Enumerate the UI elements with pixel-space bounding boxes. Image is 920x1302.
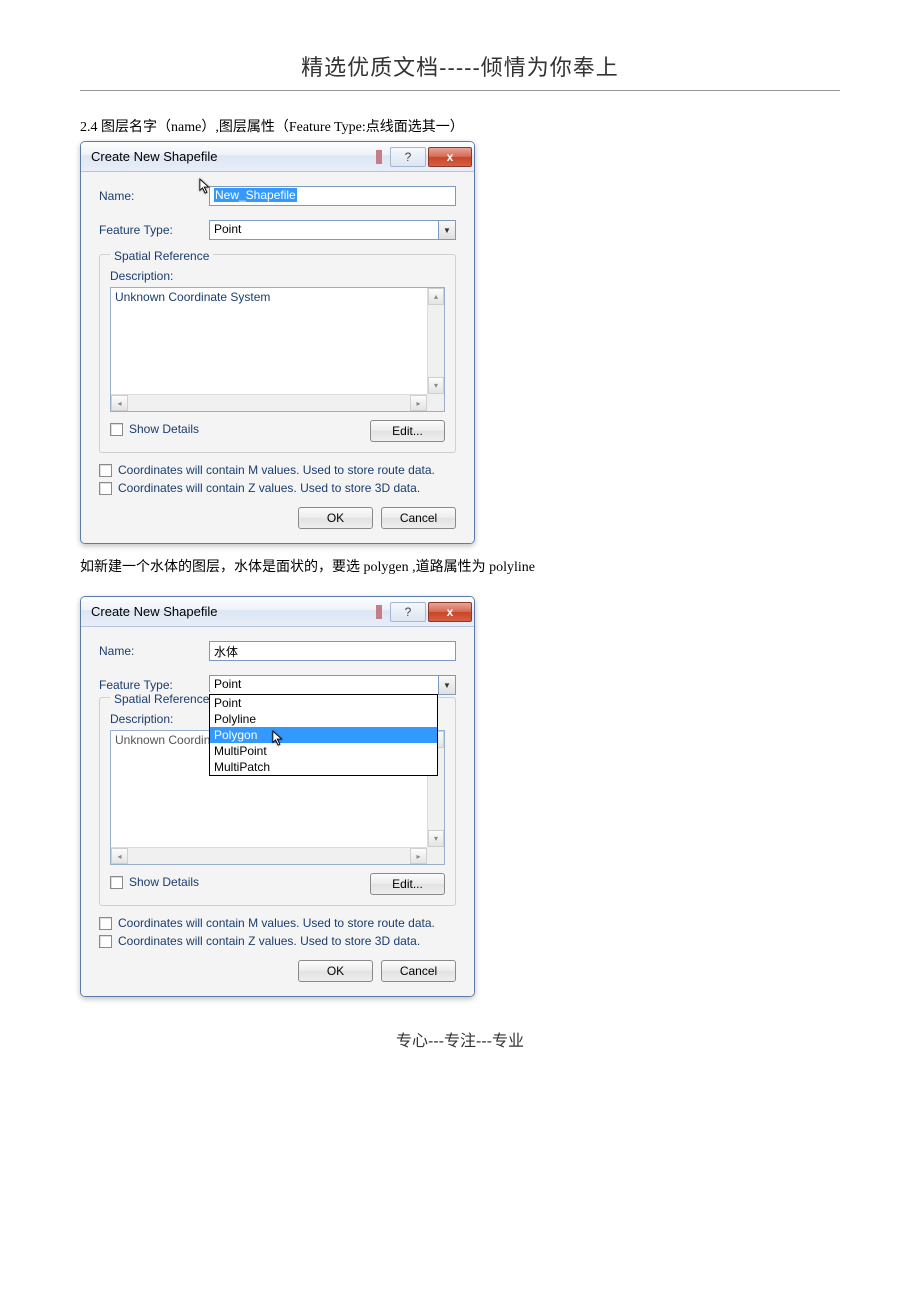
- titlebar[interactable]: Create New Shapefile ? x: [81, 142, 474, 172]
- description-label: Description:: [110, 269, 445, 283]
- horizontal-scrollbar[interactable]: ◂ ▸: [111, 847, 427, 864]
- checkbox-icon[interactable]: [110, 423, 123, 436]
- spatial-reference-label: Spatial Reference: [110, 249, 213, 263]
- scroll-right-icon[interactable]: ▸: [410, 848, 427, 864]
- dialog-icon: [376, 150, 382, 164]
- help-button[interactable]: ?: [390, 602, 426, 622]
- cancel-button[interactable]: Cancel: [381, 960, 456, 982]
- titlebar[interactable]: Create New Shapefile ? x: [81, 597, 474, 627]
- m-values-checkbox[interactable]: Coordinates will contain M values. Used …: [99, 463, 456, 477]
- dropdown-option-multipatch[interactable]: MultiPatch: [210, 759, 437, 775]
- page-footer: 专心---专注---专业: [80, 1027, 840, 1051]
- chevron-down-icon[interactable]: ▼: [438, 220, 456, 240]
- spatial-reference-group: Spatial Reference Description: Unknown C…: [99, 254, 456, 453]
- checkbox-icon[interactable]: [99, 464, 112, 477]
- ok-button[interactable]: OK: [298, 507, 373, 529]
- close-button[interactable]: x: [428, 147, 472, 167]
- feature-type-label: Feature Type:: [99, 223, 209, 237]
- show-details-label: Show Details: [129, 875, 199, 889]
- scroll-up-icon[interactable]: ▴: [428, 288, 444, 305]
- cancel-button[interactable]: Cancel: [381, 507, 456, 529]
- z-values-checkbox[interactable]: Coordinates will contain Z values. Used …: [99, 481, 456, 495]
- horizontal-scrollbar[interactable]: ◂ ▸: [111, 394, 427, 411]
- dialog-title: Create New Shapefile: [91, 149, 376, 164]
- description-textarea[interactable]: Unknown Coordinate System ▴ ▾ ◂ ▸: [110, 287, 445, 412]
- close-button[interactable]: x: [428, 602, 472, 622]
- spatial-reference-label: Spatial Reference: [110, 692, 213, 706]
- z-values-label: Coordinates will contain Z values. Used …: [118, 934, 420, 948]
- name-input[interactable]: New_Shapefile: [209, 186, 456, 206]
- dialog-title: Create New Shapefile: [91, 604, 376, 619]
- scroll-left-icon[interactable]: ◂: [111, 848, 128, 864]
- checkbox-icon[interactable]: [110, 876, 123, 889]
- checkbox-icon[interactable]: [99, 935, 112, 948]
- feature-type-dropdown[interactable]: Point Polyline Polygon MultiPoint MultiP…: [209, 694, 438, 776]
- checkbox-icon[interactable]: [99, 917, 112, 930]
- edit-button[interactable]: Edit...: [370, 873, 445, 895]
- z-values-checkbox[interactable]: Coordinates will contain Z values. Used …: [99, 934, 456, 948]
- show-details-label: Show Details: [129, 422, 199, 436]
- vertical-scrollbar[interactable]: ▴ ▾: [427, 288, 444, 394]
- page-header: 精选优质文档-----倾情为你奉上: [80, 50, 840, 91]
- dropdown-option-multipoint[interactable]: MultiPoint: [210, 743, 437, 759]
- chevron-down-icon[interactable]: ▼: [438, 675, 456, 695]
- scroll-corner: [427, 847, 444, 864]
- m-values-label: Coordinates will contain M values. Used …: [118, 916, 435, 930]
- name-input[interactable]: 水体: [209, 641, 456, 661]
- m-values-label: Coordinates will contain M values. Used …: [118, 463, 435, 477]
- z-values-label: Coordinates will contain Z values. Used …: [118, 481, 420, 495]
- scroll-right-icon[interactable]: ▸: [410, 395, 427, 411]
- section-2-4-text: 2.4 图层名字（name）,图层属性（Feature Type:点线面选其一）: [80, 116, 840, 136]
- feature-type-label: Feature Type:: [99, 678, 209, 692]
- body-text: 如新建一个水体的图层，水体是面状的，要选 polygen ,道路属性为 poly…: [80, 556, 840, 576]
- feature-type-select[interactable]: Point ▼ Point Polyline Polygon MultiPoin…: [209, 675, 456, 695]
- name-label: Name:: [99, 644, 209, 658]
- ok-button[interactable]: OK: [298, 960, 373, 982]
- scroll-down-icon[interactable]: ▾: [428, 830, 444, 847]
- dropdown-option-point[interactable]: Point: [210, 695, 437, 711]
- name-label: Name:: [99, 189, 209, 203]
- scroll-left-icon[interactable]: ◂: [111, 395, 128, 411]
- feature-type-select[interactable]: Point ▼: [209, 220, 456, 240]
- dialog-icon: [376, 605, 382, 619]
- checkbox-icon[interactable]: [99, 482, 112, 495]
- edit-button[interactable]: Edit...: [370, 420, 445, 442]
- m-values-checkbox[interactable]: Coordinates will contain M values. Used …: [99, 916, 456, 930]
- show-details-checkbox[interactable]: Show Details: [110, 422, 199, 436]
- dropdown-option-polyline[interactable]: Polyline: [210, 711, 437, 727]
- dropdown-option-polygon[interactable]: Polygon: [210, 727, 437, 743]
- create-shapefile-dialog-2: Create New Shapefile ? x Name: 水体 Featur…: [80, 596, 475, 997]
- help-button[interactable]: ?: [390, 147, 426, 167]
- create-shapefile-dialog-1: Create New Shapefile ? x Name: New_Shape…: [80, 141, 475, 544]
- scroll-down-icon[interactable]: ▾: [428, 377, 444, 394]
- show-details-checkbox[interactable]: Show Details: [110, 875, 199, 889]
- scroll-corner: [427, 394, 444, 411]
